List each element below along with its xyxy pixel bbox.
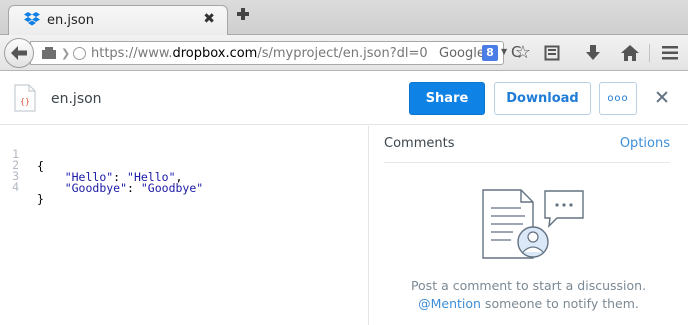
share-button[interactable]: Share	[409, 82, 485, 115]
navigation-bar: ❯ https://www.dropbox.com/s/myproject/en…	[0, 35, 688, 71]
close-icon[interactable]	[652, 87, 672, 107]
code-text: }	[37, 192, 44, 206]
reading-list-icon[interactable]	[541, 42, 563, 64]
dropbox-logo-icon	[24, 12, 40, 26]
browser-tab[interactable]: en.json ✖	[8, 5, 228, 36]
comments-title: Comments	[384, 136, 455, 151]
search-dropdown-icon[interactable]: ▼	[501, 47, 507, 56]
comments-options-link[interactable]: Options	[620, 136, 670, 151]
browser-tab-strip: en.json ✖	[0, 0, 688, 36]
code-line: 4 }	[0, 169, 44, 205]
toolbar-separator	[649, 44, 650, 62]
download-button[interactable]: Download	[494, 82, 591, 115]
globe-icon	[73, 47, 86, 60]
file-name: en.json	[51, 91, 102, 107]
comments-panel: Comments Options Post a comment to start…	[369, 126, 688, 325]
tab-close-icon[interactable]: ✖	[203, 11, 215, 27]
code-viewer: 1 { 2 "Hello": "Hello", 3 "Goodbye": "Go…	[0, 126, 368, 325]
comments-divider	[384, 162, 670, 163]
more-options-button[interactable]: ooo	[599, 82, 637, 115]
code-text: "Goodbye": "Goodbye"	[64, 181, 204, 195]
back-button[interactable]	[4, 38, 34, 68]
new-tab-icon[interactable]	[236, 7, 250, 21]
file-preview-header: {} en.json Share Download ooo	[0, 72, 688, 125]
bookmark-star-icon[interactable]: ☆	[512, 42, 534, 64]
empty-message-line2: @Mention someone to notify them.	[418, 296, 639, 311]
page-icon	[42, 47, 56, 59]
downloads-arrow-icon[interactable]	[582, 42, 604, 64]
comments-empty-illustration-icon	[482, 189, 584, 259]
search-engine-label: Google	[439, 46, 485, 61]
json-file-icon: {}	[14, 84, 36, 112]
mention-link[interactable]: @Mention	[418, 296, 481, 311]
identity-arrow-icon: ❯	[61, 47, 71, 60]
google-search-icon[interactable]: 8	[482, 45, 498, 61]
comments-empty-message: Post a comment to start a discussion. @M…	[369, 277, 688, 313]
tab-title: en.json	[47, 13, 94, 28]
svg-text:{}: {}	[20, 97, 30, 106]
line-number: 4	[12, 180, 19, 194]
back-arrow-icon	[11, 46, 27, 60]
empty-message-line1: Post a comment to start a discussion.	[410, 278, 647, 293]
url-text[interactable]: https://www.dropbox.com/s/myproject/en.j…	[91, 46, 428, 61]
home-icon[interactable]	[619, 42, 641, 64]
url-bar[interactable]: ❯ https://www.dropbox.com/s/myproject/en…	[30, 41, 521, 65]
menu-hamburger-icon[interactable]	[659, 42, 681, 64]
